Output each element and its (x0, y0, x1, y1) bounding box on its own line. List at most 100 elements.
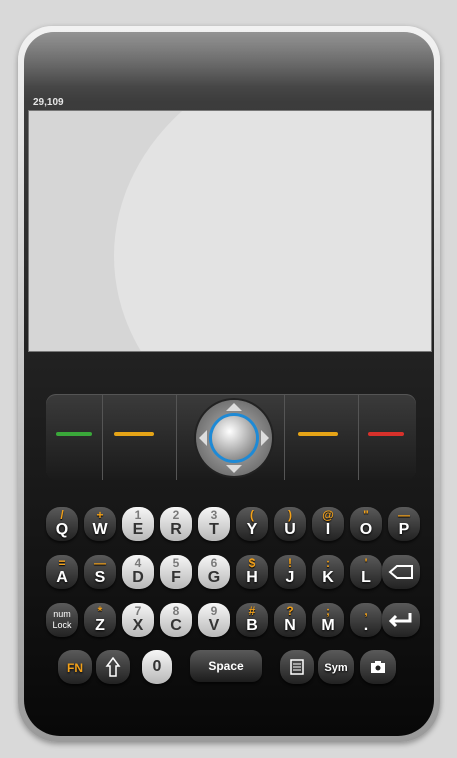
key-i[interactable]: @ I (312, 507, 344, 541)
shift-icon (105, 657, 121, 677)
key-t[interactable]: 3 T (198, 507, 230, 541)
key-o[interactable]: " O (350, 507, 382, 541)
end-call-icon (368, 432, 404, 436)
key-label: X (132, 617, 144, 634)
key-label: H (246, 569, 258, 586)
key-alt-label: ? (286, 604, 294, 618)
key-alt-label: " (363, 508, 369, 522)
speaker-icon (290, 659, 304, 675)
call-icon (56, 432, 92, 436)
key-alt-label: ) (288, 508, 292, 522)
space-key[interactable]: Space (190, 650, 262, 682)
call-button[interactable] (46, 394, 102, 480)
back-button[interactable] (284, 394, 358, 480)
key-q[interactable]: / Q (46, 507, 78, 541)
key-k[interactable]: : K (312, 555, 344, 589)
key-alt-label: — (398, 508, 410, 522)
fn-key[interactable]: FN (58, 650, 92, 684)
key-a[interactable]: = A (46, 555, 78, 589)
key-p[interactable]: — P (388, 507, 420, 541)
key-c[interactable]: 8 C (160, 603, 192, 637)
key-alt-label: , (364, 604, 368, 618)
key-v[interactable]: 9 V (198, 603, 230, 637)
key-j[interactable]: ! J (274, 555, 306, 589)
key-h[interactable]: $ H (236, 555, 268, 589)
key-alt-label: / (60, 508, 64, 522)
trackball-pad[interactable] (196, 400, 272, 476)
speaker-key[interactable] (280, 650, 314, 684)
top-shine (24, 32, 434, 87)
key-l[interactable]: ' L (350, 555, 382, 589)
phone-body: 29,109 / Q + W 1 E 2 R 3 T (Y) U @ I "… (18, 26, 440, 742)
back-icon (298, 432, 338, 436)
trackball-icon[interactable] (212, 416, 256, 460)
key-label: T (209, 521, 219, 538)
key-label: G (207, 569, 221, 586)
nav-divider (176, 394, 177, 480)
key-label: O (359, 521, 373, 538)
key-zero[interactable]: 0 (142, 650, 172, 684)
num-lock-key[interactable]: num Lock (46, 603, 78, 637)
key-u[interactable]: ) U (274, 507, 306, 541)
key-alt-label: ( (250, 508, 254, 522)
key-alt-label: = (58, 556, 66, 570)
key-alt-label: + (96, 508, 104, 522)
key-alt-label: @ (322, 508, 334, 522)
key-label: N (284, 617, 296, 634)
key-label: FN (67, 661, 83, 675)
key-s[interactable]: — S (84, 555, 116, 589)
key-n[interactable]: ? N (274, 603, 306, 637)
key-label: E (132, 521, 144, 538)
key-alt-label: 9 (210, 604, 218, 618)
key-y[interactable]: ( Y (236, 507, 268, 541)
shift-key[interactable] (96, 650, 130, 684)
key-b[interactable]: # B (236, 603, 268, 637)
status-text: 29,109 (33, 97, 64, 108)
key-period[interactable]: , . (350, 603, 382, 637)
key-label: W (92, 521, 108, 538)
key-label: P (398, 521, 410, 538)
key-label: . (363, 617, 369, 634)
key-label: 0 (152, 658, 162, 675)
key-e[interactable]: 1 E (122, 507, 154, 541)
key-label: Z (95, 617, 105, 634)
enter-button[interactable] (382, 603, 420, 637)
key-label: V (208, 617, 220, 634)
key-alt-label: 1 (134, 508, 142, 522)
key-alt-label: — (94, 556, 106, 570)
key-label: Space (208, 659, 244, 673)
key-alt-label: 6 (210, 556, 218, 570)
key-label: D (132, 569, 144, 586)
key-m[interactable]: ; M (312, 603, 344, 637)
key-label: I (325, 521, 331, 538)
backspace-button[interactable] (382, 555, 420, 589)
key-alt-label: ' (364, 556, 368, 570)
enter-icon (388, 613, 412, 628)
key-label: Y (246, 521, 258, 538)
key-label: Q (55, 521, 69, 538)
key-z[interactable]: * Z (84, 603, 116, 637)
key-alt-label: 3 (210, 508, 218, 522)
display-screen[interactable] (28, 110, 432, 352)
key-alt-label: ; (326, 604, 330, 618)
key-f[interactable]: 5 F (160, 555, 192, 589)
key-alt-label: 4 (134, 556, 142, 570)
key-alt-label: * (97, 604, 103, 618)
menu-icon (114, 432, 154, 436)
key-label: A (56, 569, 68, 586)
key-alt-label: 2 (172, 508, 180, 522)
sym-key[interactable]: Sym (318, 650, 354, 684)
end-call-button[interactable] (358, 394, 416, 480)
key-label: J (285, 569, 295, 586)
key-label: R (170, 521, 182, 538)
key-alt-label: # (248, 604, 256, 618)
key-w[interactable]: + W (84, 507, 116, 541)
key-g[interactable]: 6 G (198, 555, 230, 589)
key-x[interactable]: 7 X (122, 603, 154, 637)
key-label: C (170, 617, 182, 634)
key-d[interactable]: 4 D (122, 555, 154, 589)
camera-key[interactable] (360, 650, 396, 684)
key-r[interactable]: 2 R (160, 507, 192, 541)
key-label: L (361, 569, 371, 586)
menu-button[interactable] (102, 394, 176, 480)
